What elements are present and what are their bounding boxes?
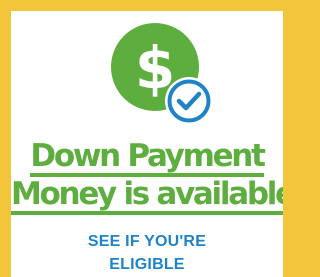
headline-line-2-text: Money is available (11, 177, 283, 215)
ad-banner[interactable]: $ Down Payment Money is available SEE IF… (11, 11, 283, 277)
headline-line-1-text: Down Payment (30, 139, 266, 177)
headline-line-1: Down Payment (11, 137, 283, 177)
headline-line-2: Money is available (11, 175, 283, 215)
dollar-check-badge-icon: $ (111, 23, 213, 125)
check-circle-icon (167, 79, 211, 123)
cta-line-2[interactable]: ELIGIBLE (11, 255, 283, 275)
cta-line-1[interactable]: SEE IF YOU'RE (11, 232, 283, 252)
